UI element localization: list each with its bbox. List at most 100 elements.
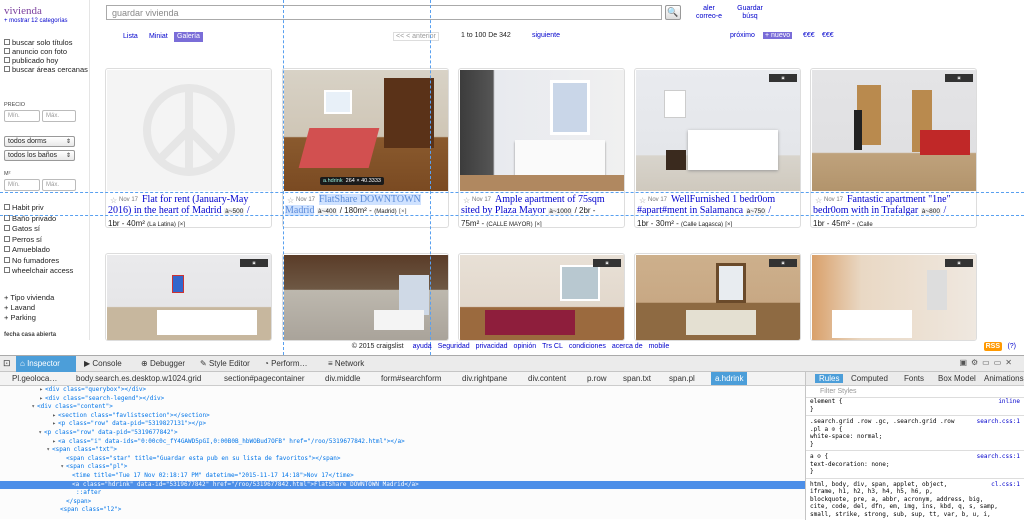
tab-label[interactable]: Network [335,359,364,368]
expand-filter-link[interactable]: + Lavand [4,303,88,313]
tab-debugger[interactable]: ⊕ Debugger [141,359,185,368]
filter-checkbox[interactable]: Baño privado [4,214,88,223]
footer-link[interactable]: opinión [514,343,537,350]
css-rule-line[interactable]: } [806,441,1024,449]
filter-checkbox[interactable]: publicado hoy [4,56,88,65]
listing-image[interactable] [284,255,448,340]
tab-label[interactable]: Console [92,359,121,368]
next-page-link[interactable]: próximo [730,32,755,39]
listing-image[interactable]: ▣ [636,255,800,340]
next-page-button[interactable]: siguiente [532,32,560,39]
pick-element-icon[interactable]: ⊡ [3,358,11,369]
css-rule-line[interactable]: small, strike, strong, sub, sup, tt, var… [806,511,1024,519]
checkbox-icon[interactable] [4,214,10,221]
css-rule-line[interactable]: white-space: normal; [806,433,1024,441]
category-logo[interactable]: vivienda [4,5,42,17]
listing-image[interactable]: ▣ [812,70,976,191]
tab-inspector[interactable]: ⌂ Inspector [20,359,60,368]
email-alert-link[interactable]: aler correo-e [692,5,726,21]
prev-page-button[interactable]: << < anterior [393,32,439,41]
footer-link[interactable]: ayuda [413,343,432,350]
css-rule-line[interactable]: text-decoration: none; [806,461,1024,469]
markup-line[interactable]: ▸ <p class="row" data-pid="5319827131"></… [0,420,805,429]
tab-label[interactable]: Debugger [150,359,185,368]
filter-checkbox[interactable]: No fumadores [4,256,88,265]
breadcrumb-item[interactable]: div.content [528,374,566,383]
tab-performance[interactable]: ◔ Perform… [264,359,308,368]
expand-arrow-icon[interactable]: ▸ [0,412,58,421]
listing-image[interactable]: ▣ [636,70,800,191]
hide-listing-button[interactable]: [×] [399,209,406,215]
markup-line[interactable]: ::after [0,489,805,498]
filter-checkbox[interactable]: Perros sí [4,235,88,244]
listing-title[interactable]: Ample apartment of 75sqm sited by Plaza … [461,194,624,217]
bathrooms-select[interactable]: todos los baños [4,150,75,161]
breadcrumb-item[interactable]: p.row [587,374,607,383]
markup-line[interactable]: ▾ <p class="row" data-pid="5319677842"> [0,429,805,438]
listing-card[interactable] [282,253,449,341]
markup-line[interactable]: <span class="star" title="Guardar esta p… [0,455,805,464]
checkbox-icon[interactable] [4,48,10,54]
listing-card[interactable]: ▣ [458,253,625,341]
rss-button[interactable]: RSS [983,342,1002,351]
help-link[interactable]: (?) [1007,343,1016,350]
css-rule-line[interactable]: } [806,406,1024,414]
tab-label[interactable]: Style Editor [209,359,250,368]
bedrooms-select[interactable]: todos dorms [4,136,75,147]
checkbox-icon[interactable] [4,204,10,210]
sidebar-tab[interactable]: Animations [984,374,1024,383]
css-rule-line[interactable]: iframe, h1, h2, h3, h4, h5, h6, p, [806,488,1024,496]
price-min-input[interactable]: Mín. [4,110,40,122]
breadcrumb-item[interactable]: span.pl [669,374,695,383]
filter-styles-input[interactable]: Filter Styles [806,386,1024,398]
checkbox-icon[interactable] [4,267,10,273]
listing-card[interactable]: ☆ Nov 17 FlatShare DOWNTOWN Madrid à~400… [282,68,449,228]
checkbox-icon[interactable] [4,66,10,72]
checkbox-icon[interactable] [4,225,10,231]
new-post-button[interactable]: + nuevo [763,32,793,39]
tab-style-editor[interactable]: ✎ Style Editor [200,359,250,368]
listing-card[interactable]: ▣ ☆ Nov 17 WellFurnished 1 bedr0om #apar… [634,68,801,228]
tab-label[interactable]: Inspector [27,359,60,368]
listing-title[interactable]: FlatShare DOWNTOWN Madrid à~400 / 180m² … [285,194,448,218]
filter-checkbox[interactable]: Amueblado [4,245,88,254]
view-list-button[interactable]: Lista [120,32,141,42]
markup-line[interactable]: <span class="l2"> [0,506,805,515]
view-gallery-button[interactable]: Galería [174,32,203,42]
hide-listing-button[interactable]: [×] [725,222,732,227]
tab-network[interactable]: ≡ Network [328,359,364,368]
markup-line[interactable]: ▾ <span class="txt"> [0,446,805,455]
css-rule-line[interactable]: cite, code, del, dfn, em, img, ins, kbd,… [806,503,1024,511]
filter-checkbox[interactable]: Habit priv [4,203,88,212]
filter-checkbox[interactable]: buscar solo títulos [4,38,88,47]
css-rule-line[interactable]: blockquote, pre, a, abbr, acronym, addre… [806,496,1024,504]
listing-image[interactable]: ▣ [460,255,624,340]
listing-title[interactable]: Flat for rent (January-May 2016) in the … [108,194,271,217]
css-rule-line[interactable]: } [806,468,1024,476]
sidebar-tab[interactable]: Computed [851,374,888,383]
filter-checkbox[interactable]: anuncio con foto [4,47,88,56]
listing-card[interactable]: ☆ Nov 17 Flat for rent (January-May 2016… [105,68,272,228]
expand-arrow-icon[interactable]: ▾ [0,463,66,472]
filter-checkbox[interactable]: buscar áreas cercanas [4,65,88,74]
listing-image[interactable]: ▣ [107,255,271,340]
markup-line[interactable]: ▸ <a class="i" data-ids="0:00c0c_fY4GAWD5… [0,438,805,447]
markup-line[interactable]: ▸ <div class="querybox"></div> [0,386,805,395]
sidebar-tab[interactable]: Box Model [938,374,976,383]
listing-card[interactable]: ▣ [634,253,801,341]
css-rule-line[interactable]: .pl a ⊙ { [806,426,1024,434]
footer-link[interactable]: privacidad [476,343,508,350]
rule-source-link[interactable]: search.css:1 [977,418,1024,426]
expand-arrow-icon[interactable]: ▸ [0,395,45,404]
checkbox-icon[interactable] [4,39,10,45]
search-button[interactable]: 🔍 [665,5,681,20]
expand-arrow-icon[interactable]: ▸ [0,438,58,447]
footer-link[interactable]: acerca de [612,343,643,350]
listing-card[interactable]: ☆ Nov 17 Ample apartment of 75sqm sited … [458,68,625,228]
markup-line[interactable]: <a class="hdrink" data-id="5319677842" h… [0,480,805,490]
markup-line[interactable]: </span> [0,498,805,507]
breadcrumb-item[interactable]: div.middle [325,374,360,383]
breadcrumb-item[interactable]: div.rightpane [462,374,507,383]
show-categories-link[interactable]: + mostrar 12 categorías [4,18,68,24]
checkbox-icon[interactable] [4,57,10,63]
